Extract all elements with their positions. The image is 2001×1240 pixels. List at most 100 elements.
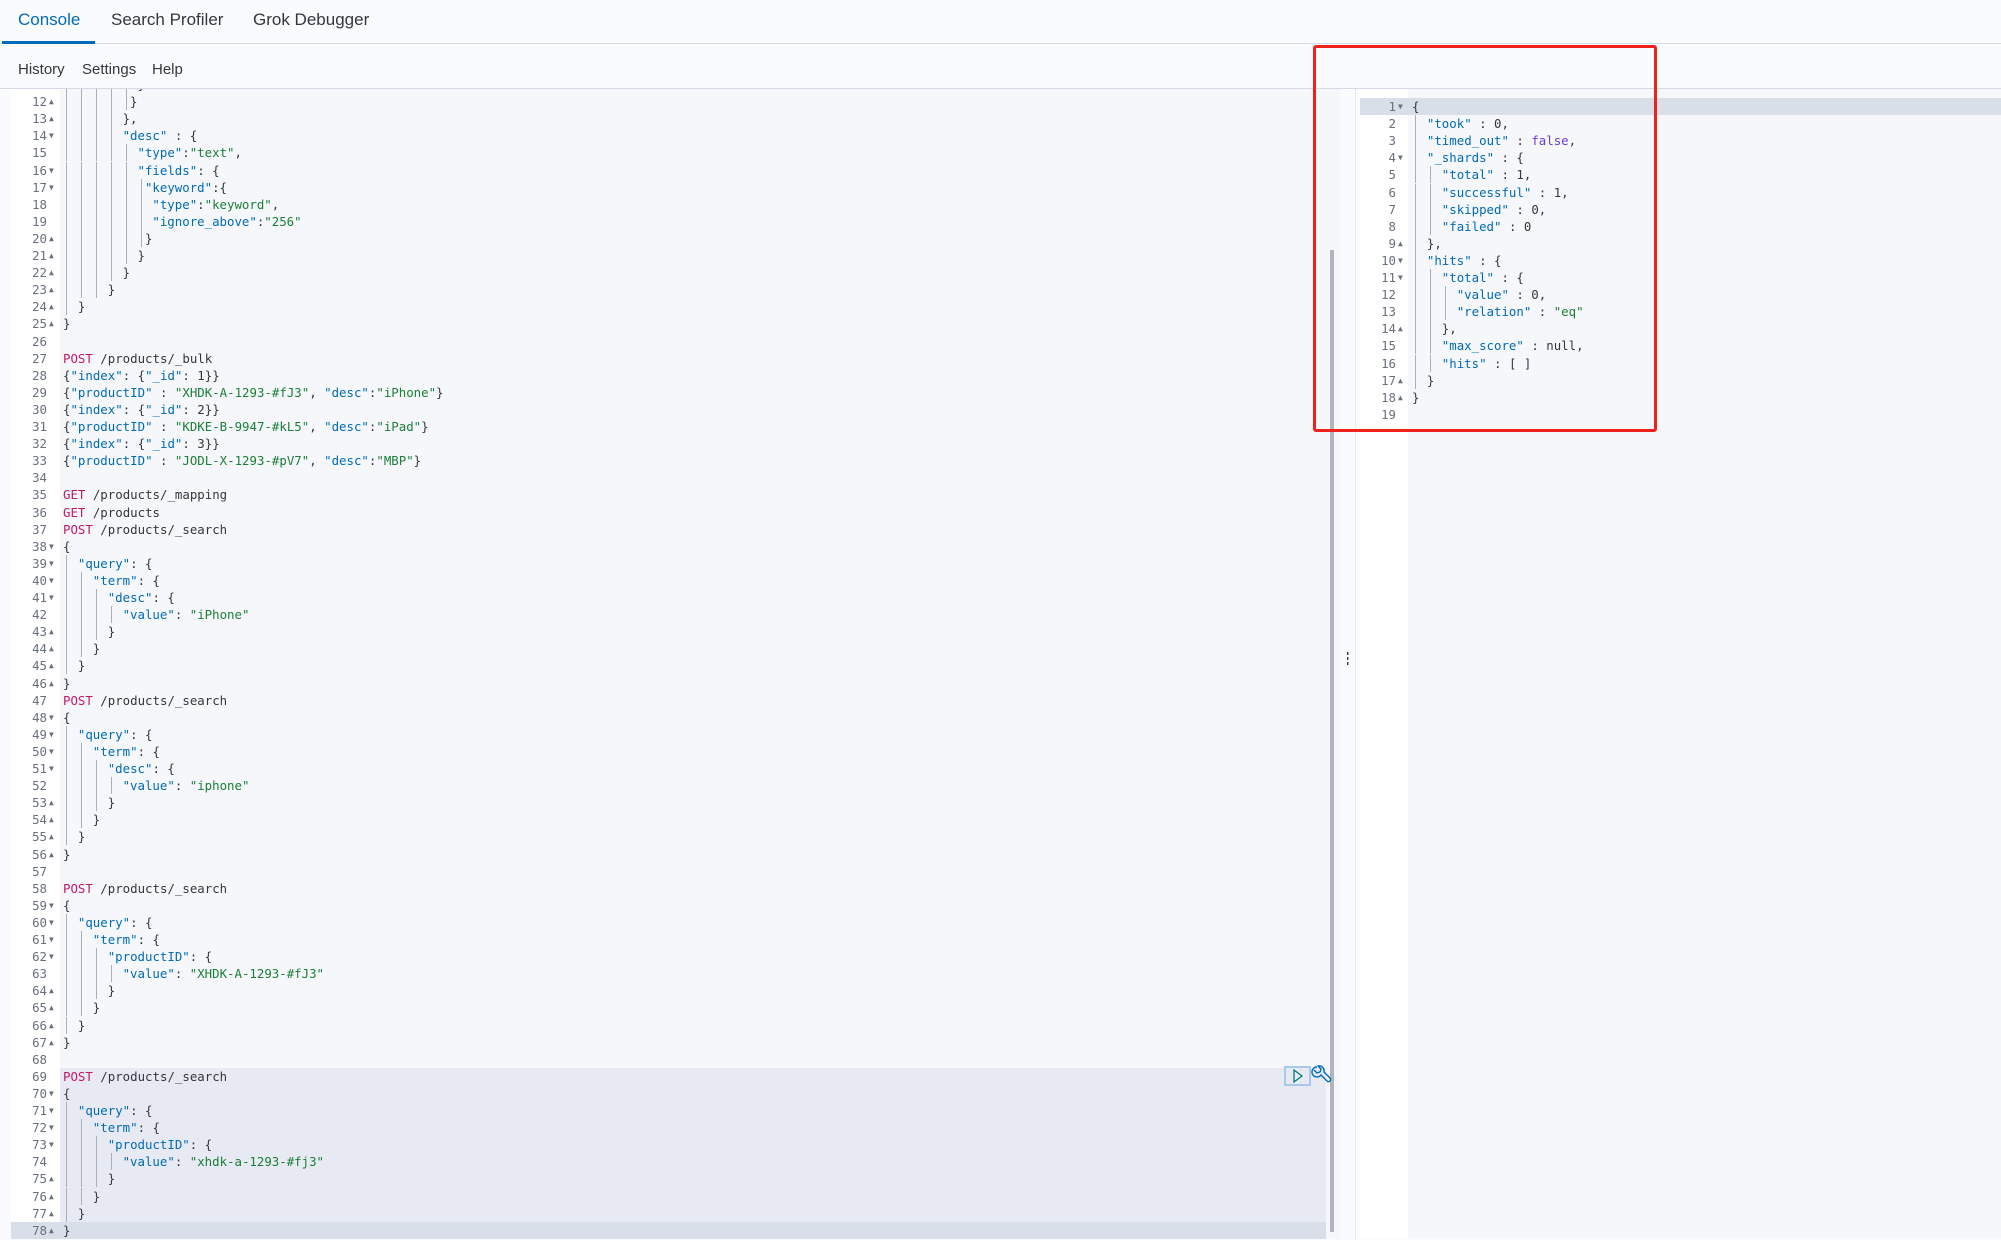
line-number: 51 bbox=[32, 761, 47, 776]
console-menu: History Settings Help bbox=[0, 44, 2001, 89]
response-editor[interactable]: 1 ▼{2 "took" : 0, 3 "timed_out" : false, 4 ▼ "_… bbox=[1360, 89, 2001, 1239]
code-text: } bbox=[1426, 372, 1435, 388]
fold-collapse-icon[interactable]: ▼ bbox=[49, 555, 54, 572]
code-line: 66 ▲} bbox=[11, 1017, 1326, 1034]
code-text: "productID": { bbox=[107, 1137, 213, 1153]
settings-link[interactable]: Settings bbox=[82, 61, 136, 78]
fold-expand-icon[interactable]: ▲ bbox=[49, 828, 54, 845]
tab-console[interactable]: Console bbox=[18, 10, 80, 44]
fold-expand-icon[interactable]: ▲ bbox=[49, 230, 54, 247]
request-settings-button[interactable] bbox=[1311, 1064, 1333, 1088]
code-text: "term": { bbox=[92, 572, 160, 588]
fold-collapse-icon[interactable]: ▼ bbox=[49, 589, 54, 606]
fold-expand-icon[interactable]: ▲ bbox=[1398, 389, 1403, 406]
fold-expand-icon[interactable]: ▲ bbox=[49, 1205, 54, 1222]
code-text: "max_score" : null, bbox=[1441, 338, 1584, 354]
fold-expand-icon[interactable]: ▲ bbox=[49, 110, 54, 127]
code-line: 63 "value": "XHDK-A-1293-#fJ3" bbox=[11, 965, 1326, 982]
fold-expand-icon[interactable]: ▲ bbox=[49, 247, 54, 264]
fold-expand-icon[interactable]: ▲ bbox=[49, 657, 54, 674]
line-number: 22 bbox=[32, 265, 47, 281]
code-line: 14 ▲}, bbox=[1360, 320, 2001, 337]
code-text: "term": { bbox=[92, 932, 160, 947]
code-line: 49 ▼ "query": { bbox=[11, 726, 1326, 743]
fold-collapse-icon[interactable]: ▼ bbox=[1398, 252, 1403, 269]
fold-expand-icon[interactable]: ▲ bbox=[49, 640, 54, 657]
code-line: 33 {"productID" : "JODL-X-1293-#pV7", "de… bbox=[11, 452, 1326, 469]
line-number: 59 bbox=[32, 897, 47, 913]
fold-expand-icon[interactable]: ▲ bbox=[49, 264, 54, 281]
tab-search-profiler[interactable]: Search Profiler bbox=[111, 10, 223, 44]
fold-collapse-icon[interactable]: ▼ bbox=[49, 931, 54, 948]
line-number: 28 bbox=[32, 367, 47, 383]
code-line: 2 "took" : 0, bbox=[1360, 115, 2001, 132]
fold-expand-icon[interactable]: ▲ bbox=[49, 623, 54, 640]
fold-collapse-icon[interactable]: ▼ bbox=[49, 1136, 54, 1153]
code-line: 76 ▲} bbox=[11, 1188, 1326, 1205]
fold-expand-icon[interactable]: ▲ bbox=[49, 93, 54, 110]
fold-expand-icon[interactable]: ▲ bbox=[49, 1034, 54, 1051]
line-number: 19 bbox=[32, 213, 47, 229]
code-text: "total" : { bbox=[1441, 270, 1524, 285]
fold-collapse-icon[interactable]: ▼ bbox=[49, 1119, 54, 1136]
fold-expand-icon[interactable]: ▲ bbox=[49, 315, 54, 332]
code-text: } bbox=[122, 265, 131, 281]
code-text: POST /products/_search bbox=[63, 1068, 228, 1084]
code-line: 73 ▼ "productID": { bbox=[11, 1136, 1326, 1153]
code-line: 16 "hits" : [ ] bbox=[1360, 355, 2001, 372]
fold-collapse-icon[interactable]: ▼ bbox=[49, 897, 54, 914]
fold-collapse-icon[interactable]: ▼ bbox=[49, 709, 54, 726]
fold-collapse-icon[interactable]: ▼ bbox=[1398, 98, 1403, 115]
fold-collapse-icon[interactable]: ▼ bbox=[1398, 269, 1403, 286]
fold-expand-icon[interactable]: ▲ bbox=[49, 1222, 54, 1239]
fold-expand-icon[interactable]: ▲ bbox=[49, 846, 54, 863]
run-request-button[interactable] bbox=[1284, 1066, 1311, 1086]
fold-expand-icon[interactable]: ▲ bbox=[1398, 372, 1403, 389]
fold-collapse-icon[interactable]: ▼ bbox=[49, 1085, 54, 1102]
fold-expand-icon[interactable]: ▲ bbox=[49, 982, 54, 999]
fold-expand-icon[interactable]: ▲ bbox=[49, 675, 54, 692]
fold-expand-icon[interactable]: ▲ bbox=[1398, 320, 1403, 337]
fold-collapse-icon[interactable]: ▼ bbox=[49, 914, 54, 931]
fold-expand-icon[interactable]: ▲ bbox=[49, 1017, 54, 1034]
fold-expand-icon[interactable]: ▲ bbox=[49, 281, 54, 298]
code-text: { bbox=[1412, 99, 1420, 114]
code-line: 9 ▲}, bbox=[1360, 235, 2001, 252]
fold-collapse-icon[interactable]: ▼ bbox=[49, 572, 54, 589]
fold-expand-icon[interactable]: ▲ bbox=[49, 811, 54, 828]
fold-expand-icon[interactable]: ▲ bbox=[49, 1188, 54, 1205]
fold-expand-icon[interactable]: ▲ bbox=[49, 1170, 54, 1187]
line-number: 46 bbox=[32, 675, 47, 691]
fold-collapse-icon[interactable]: ▼ bbox=[49, 948, 54, 965]
code-text: } bbox=[107, 624, 116, 640]
code-line: 23 ▲} bbox=[11, 281, 1326, 298]
code-text: "hits" : { bbox=[1426, 252, 1502, 268]
fold-expand-icon[interactable]: ▲ bbox=[49, 298, 54, 315]
line-number: 55 bbox=[32, 829, 47, 845]
line-number: 16 bbox=[1381, 355, 1396, 371]
fold-collapse-icon[interactable]: ▼ bbox=[49, 743, 54, 760]
fold-expand-icon[interactable]: ▲ bbox=[1398, 235, 1403, 252]
line-number: 29 bbox=[32, 384, 47, 400]
request-editor[interactable]: 11▲}12▲}13▲},14▼"desc" : {15"type":"text… bbox=[11, 89, 1326, 1239]
fold-collapse-icon[interactable]: ▼ bbox=[49, 1102, 54, 1119]
line-number: 39 bbox=[32, 555, 47, 571]
fold-collapse-icon[interactable]: ▼ bbox=[49, 538, 54, 555]
fold-collapse-icon[interactable]: ▼ bbox=[49, 179, 54, 196]
line-number: 64 bbox=[32, 983, 47, 999]
fold-collapse-icon[interactable]: ▼ bbox=[49, 726, 54, 743]
fold-collapse-icon[interactable]: ▼ bbox=[1398, 149, 1403, 166]
history-link[interactable]: History bbox=[18, 61, 65, 78]
fold-collapse-icon[interactable]: ▼ bbox=[49, 127, 54, 144]
help-link[interactable]: Help bbox=[152, 61, 183, 78]
fold-expand-icon[interactable]: ▲ bbox=[49, 794, 54, 811]
code-line: 18 "type":"keyword", bbox=[11, 196, 1326, 213]
line-number: 12 bbox=[32, 94, 47, 110]
fold-collapse-icon[interactable]: ▼ bbox=[49, 760, 54, 777]
code-line: 40 ▼ "term": { bbox=[11, 572, 1326, 589]
panel-resizer[interactable] bbox=[1340, 89, 1356, 1239]
fold-expand-icon[interactable]: ▲ bbox=[49, 999, 54, 1016]
tab-grok-debugger[interactable]: Grok Debugger bbox=[253, 10, 369, 44]
fold-collapse-icon[interactable]: ▼ bbox=[49, 162, 54, 179]
code-text: "value": "XHDK-A-1293-#fJ3" bbox=[122, 966, 325, 982]
